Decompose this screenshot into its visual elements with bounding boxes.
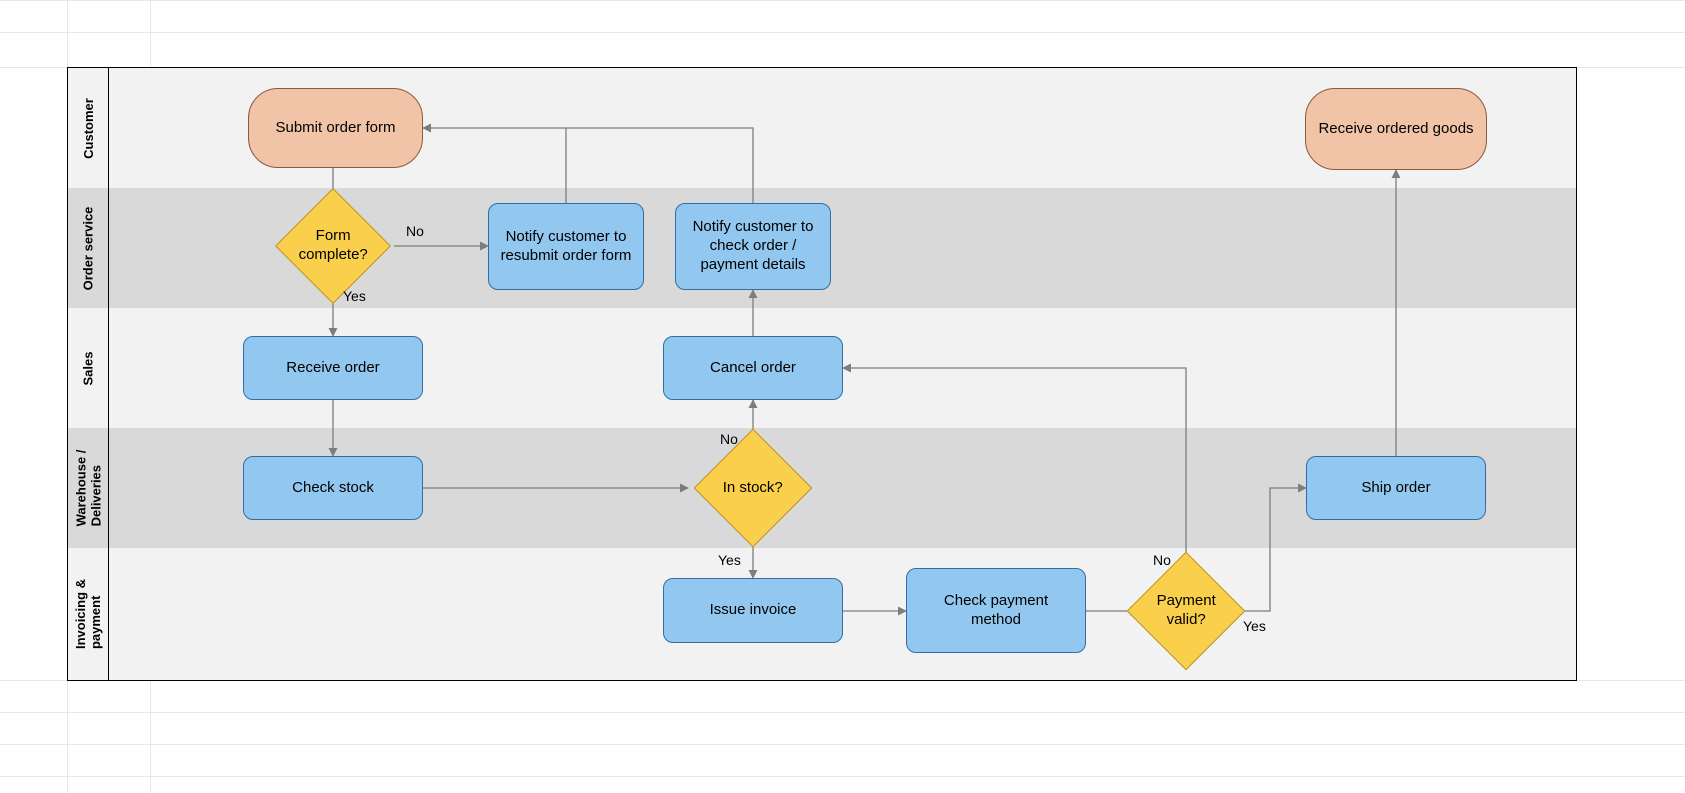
node-submit-order[interactable]: Submit order form	[248, 88, 423, 168]
lane-label-sales: Sales	[80, 351, 95, 385]
node-label: Issue invoice	[710, 601, 797, 620]
node-check-stock[interactable]: Check stock	[243, 456, 423, 520]
edge-label-yes: Yes	[343, 288, 366, 304]
lane-label-warehouse: Warehouse / Deliveries	[73, 450, 103, 527]
lane-label-order-service: Order service	[81, 206, 96, 290]
node-label: Check payment method	[917, 592, 1075, 630]
node-label: Cancel order	[710, 359, 796, 378]
edge-label-no: No	[1153, 552, 1171, 568]
node-cancel-order[interactable]: Cancel order	[663, 336, 843, 400]
edge-label-no: No	[720, 431, 738, 447]
node-issue-invoice[interactable]: Issue invoice	[663, 578, 843, 643]
node-receive-order[interactable]: Receive order	[243, 336, 423, 400]
node-label: Receive ordered goods	[1318, 120, 1473, 139]
node-notify-check[interactable]: Notify customer to check order / payment…	[675, 203, 831, 290]
node-label: Payment valid?	[1146, 592, 1226, 630]
node-label: Notify customer to resubmit order form	[497, 228, 635, 266]
lane-label-invoicing: Invoicing & payment	[73, 579, 103, 649]
node-label: Form complete?	[293, 227, 373, 265]
swimlane-pool: Customer Order service Sales Warehouse /…	[67, 67, 1577, 681]
node-label: Receive order	[286, 359, 379, 378]
node-notify-resubmit[interactable]: Notify customer to resubmit order form	[488, 203, 644, 290]
node-receive-goods[interactable]: Receive ordered goods	[1305, 88, 1487, 170]
edge-label-yes: Yes	[1243, 618, 1266, 634]
node-label: In stock?	[723, 479, 783, 498]
node-label: Notify customer to check order / payment…	[684, 218, 822, 274]
node-label: Submit order form	[275, 119, 395, 138]
edge-label-no: No	[406, 223, 424, 239]
node-label: Ship order	[1361, 479, 1430, 498]
node-check-payment[interactable]: Check payment method	[906, 568, 1086, 653]
lane-label-customer: Customer	[81, 98, 96, 159]
node-ship-order[interactable]: Ship order	[1306, 456, 1486, 520]
node-label: Check stock	[292, 479, 374, 498]
edge-label-yes: Yes	[718, 552, 741, 568]
